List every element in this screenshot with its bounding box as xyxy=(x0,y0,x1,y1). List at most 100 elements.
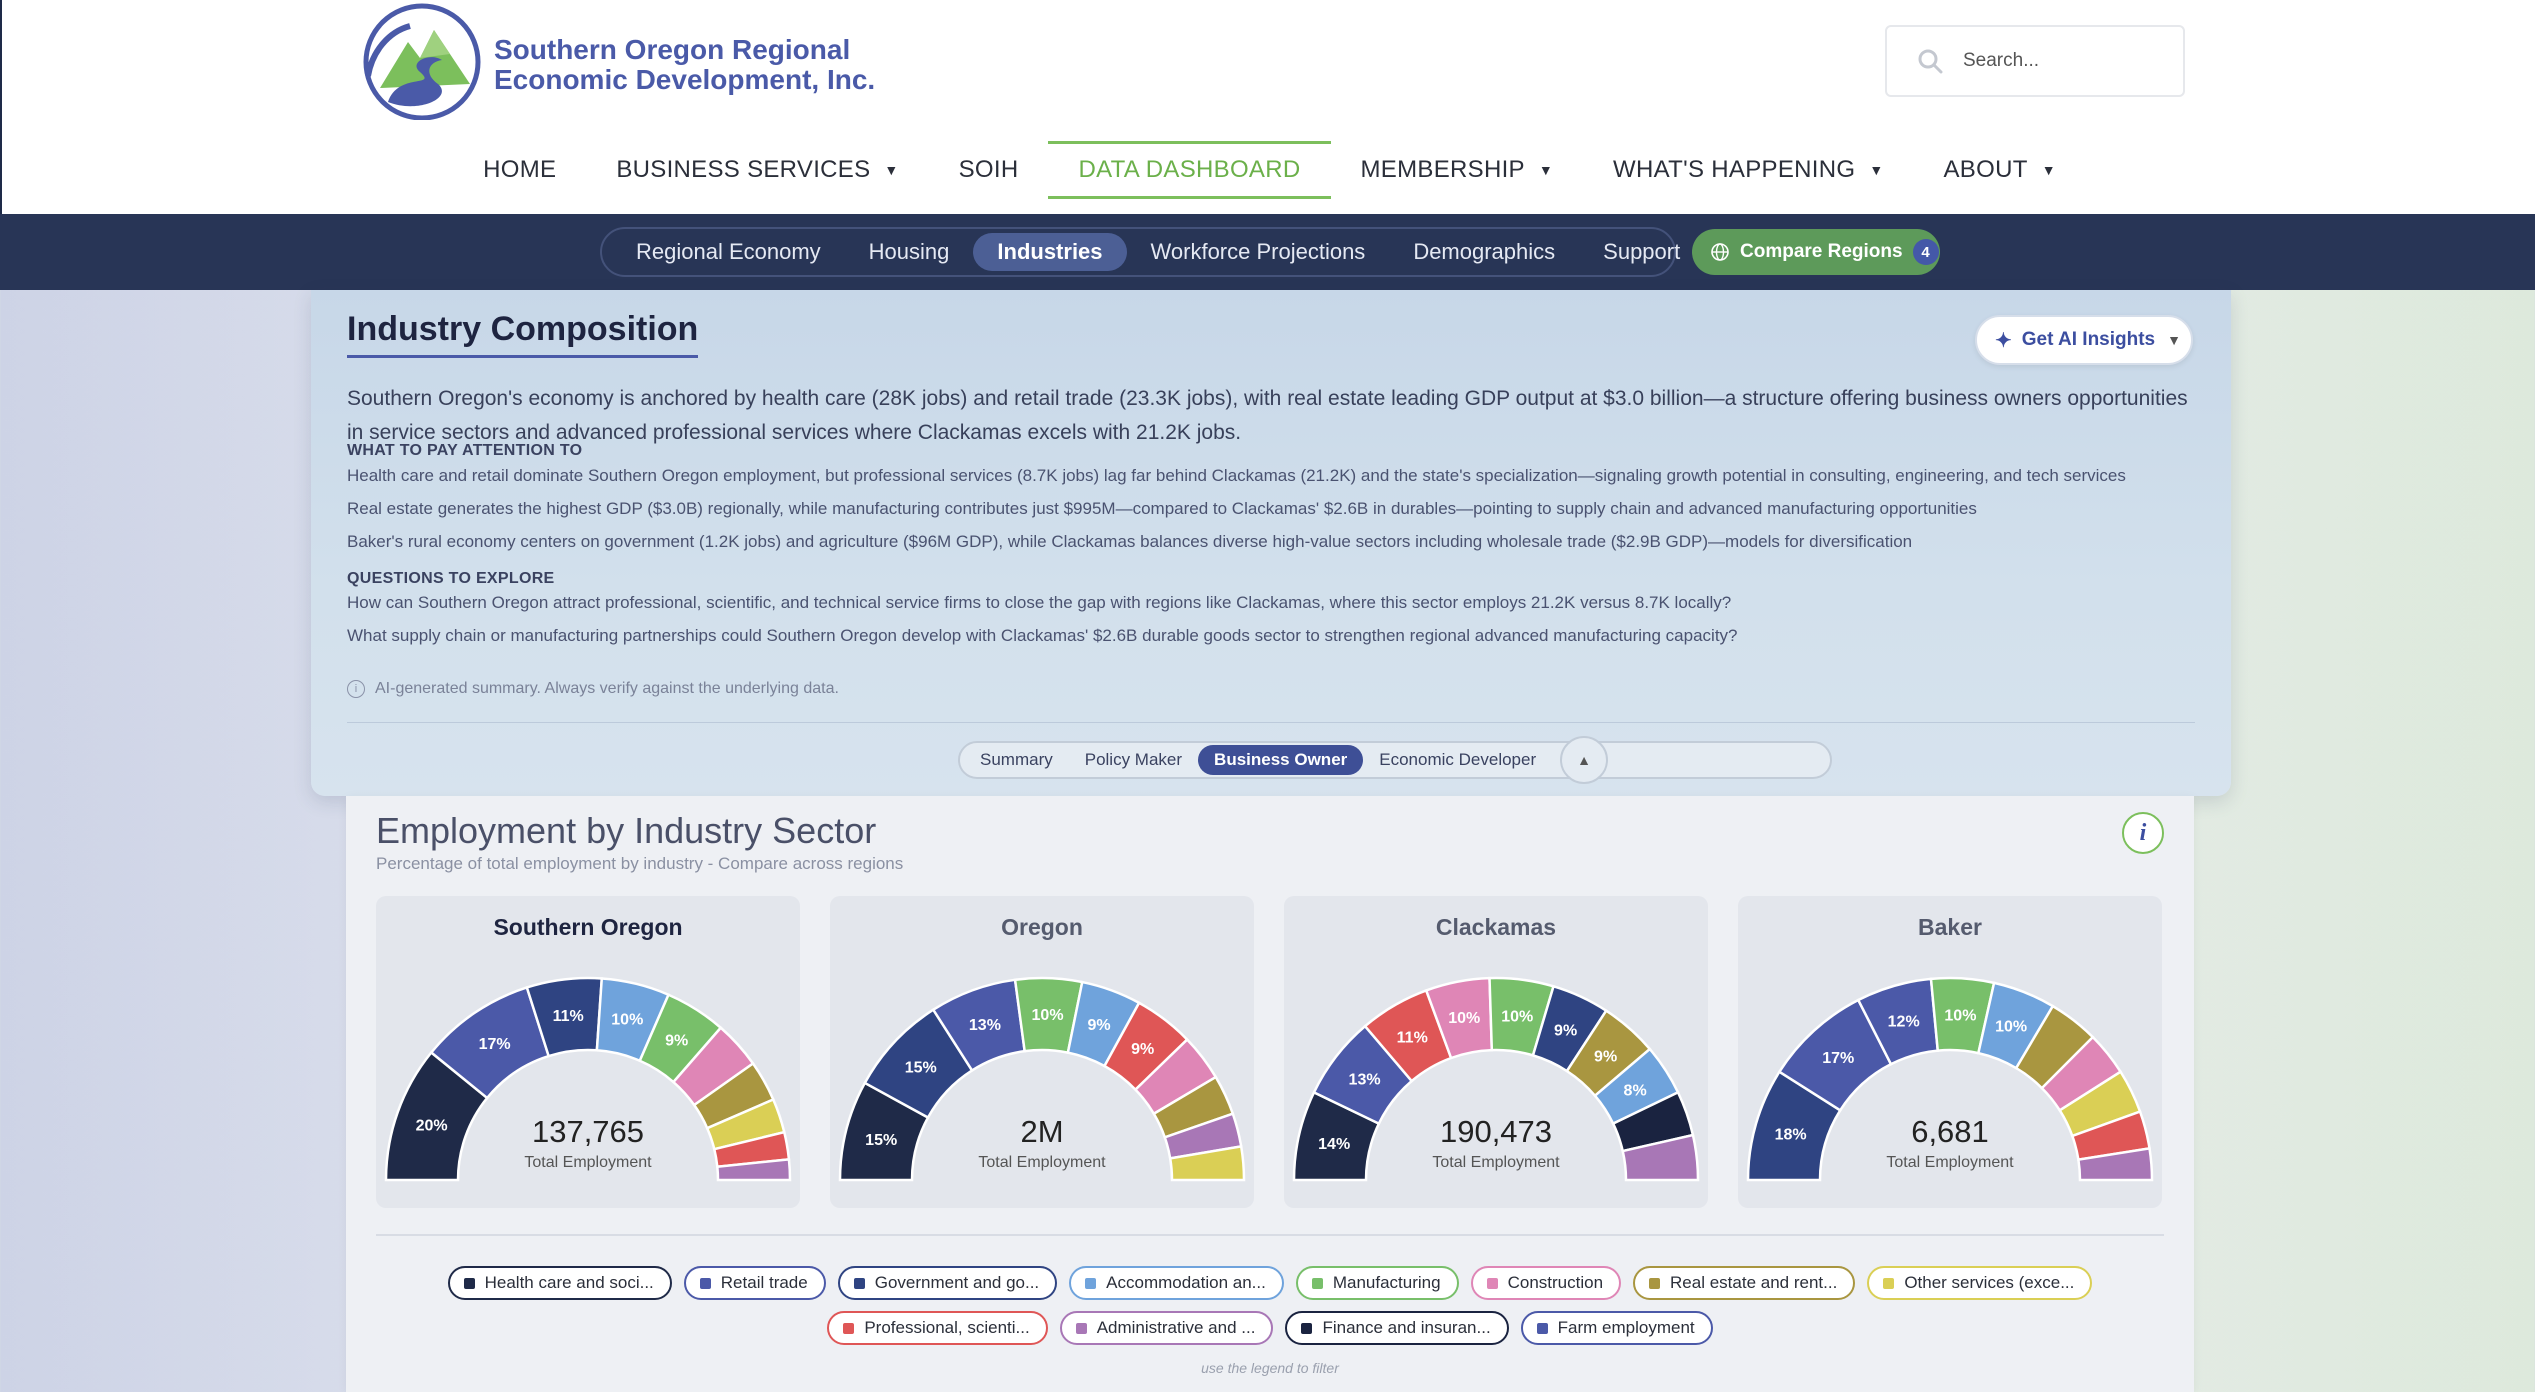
legend-swatch xyxy=(1883,1277,1895,1289)
legend-chip-manufacturing[interactable]: Manufacturing xyxy=(1295,1266,1459,1300)
attention-heading: WHAT TO PAY ATTENTION TO xyxy=(347,442,583,459)
tab-housing[interactable]: Housing xyxy=(845,233,974,271)
attention-item: Health care and retail dominate Southern… xyxy=(347,466,2126,485)
persona-tab-business-owner[interactable]: Business Owner xyxy=(1198,745,1364,775)
persona-tab-economic-developer[interactable]: Economic Developer xyxy=(1363,745,1552,775)
persona-tab-summary[interactable]: Summary xyxy=(964,745,1069,775)
gauge-total-value: 2M xyxy=(1020,1114,1064,1149)
gauge-slice-label: 10% xyxy=(1995,1019,2027,1036)
legend-swatch xyxy=(1486,1277,1498,1289)
globe-icon xyxy=(1711,243,1729,261)
nav-item-data-dashboard[interactable]: DATA DASHBOARD xyxy=(1048,141,1331,199)
question-item: How can Southern Oregon attract professi… xyxy=(347,593,1732,612)
insight-title: Industry Composition xyxy=(347,310,699,358)
site-header: Southern Oregon Regional Economic Develo… xyxy=(0,0,2535,214)
legend-chip-finance-and-insuran[interactable]: Finance and insuran... xyxy=(1285,1311,1509,1345)
nav-item-business-services[interactable]: BUSINESS SERVICES ▼ xyxy=(586,141,928,199)
chart-subtitle: Percentage of total employment by indust… xyxy=(376,854,904,873)
legend-chip-government-and-go[interactable]: Government and go... xyxy=(837,1266,1058,1300)
chevron-down-icon: ▼ xyxy=(2167,332,2181,348)
sparkle-icon: ✦ xyxy=(1995,329,2012,352)
gauge-total-value: 6,681 xyxy=(1911,1114,1989,1149)
nav-item-about[interactable]: ABOUT ▼ xyxy=(1914,141,2086,199)
gauge-total-label: Total Employment xyxy=(1432,1154,1560,1171)
legend-swatch xyxy=(1085,1277,1097,1289)
logo[interactable]: Southern Oregon Regional Economic Develo… xyxy=(358,2,875,120)
legend-swatch xyxy=(1649,1277,1661,1289)
get-ai-insights-button[interactable]: ✦ Get AI Insights ▼ xyxy=(1975,315,2193,365)
legend-swatch xyxy=(699,1277,711,1289)
logo-mountain-icon xyxy=(363,3,481,120)
nav-item-soih[interactable]: SOIH xyxy=(929,141,1049,199)
nav-item-label: SOIH xyxy=(958,156,1019,183)
collapse-button[interactable]: ▲ xyxy=(1560,736,1608,784)
legend-label: Administrative and ... xyxy=(1096,1318,1256,1337)
gauge-slice-label: 13% xyxy=(969,1017,1001,1034)
tab-demographics[interactable]: Demographics xyxy=(1389,233,1579,271)
gauge-card-southern-oregon: 20% 17% 11% 10% 9% Southern Oregon 137,765 Tota… xyxy=(376,896,800,1208)
gauge-region-name: Oregon xyxy=(1001,914,1083,940)
legend-chip-real-estate-and-rent[interactable]: Real estate and rent... xyxy=(1633,1266,1856,1300)
legend-label: Professional, scienti... xyxy=(864,1318,1030,1337)
gauge-slice-label: 17% xyxy=(479,1036,511,1053)
nav-item-label: ABOUT xyxy=(1943,156,2028,183)
logo-line2: Economic Development, Inc. xyxy=(494,64,876,95)
legend-label: Other services (exce... xyxy=(1904,1273,2075,1292)
gauge-total-label: Total Employment xyxy=(524,1154,652,1171)
attention-item: Real estate generates the highest GDP ($… xyxy=(347,499,1977,518)
tab-regional-economy[interactable]: Regional Economy xyxy=(612,233,845,271)
gauge-card-oregon: 15% 15% 13% 10% 9% 9% Oregon 2M Total Employment xyxy=(830,896,1254,1208)
tab-workforce-projections[interactable]: Workforce Projections xyxy=(1127,233,1390,271)
search-box[interactable] xyxy=(1885,25,2185,97)
tab-industries[interactable]: Industries xyxy=(973,233,1127,271)
legend-swatch xyxy=(853,1277,865,1289)
legend-chip-health-care-and-soci[interactable]: Health care and soci... xyxy=(447,1266,672,1300)
info-circle-icon: i xyxy=(347,680,365,698)
tab-support[interactable]: Support xyxy=(1579,233,1704,271)
gauge-total-label: Total Employment xyxy=(1886,1154,2014,1171)
nav-item-home[interactable]: HOME xyxy=(453,141,586,199)
legend-chip-retail-trade[interactable]: Retail trade xyxy=(683,1266,826,1300)
attention-item: Baker's rural economy centers on governm… xyxy=(347,532,1913,551)
legend-swatch xyxy=(1536,1322,1548,1334)
chart-title: Employment by Industry Sector xyxy=(376,810,877,851)
info-button[interactable]: i xyxy=(2122,812,2164,854)
legend-label: Accommodation an... xyxy=(1106,1273,1266,1292)
get-ai-insights-label: Get AI Insights xyxy=(2021,329,2156,350)
question-item: What supply chain or manufacturing partn… xyxy=(347,626,1738,645)
persona-tab-policy-maker[interactable]: Policy Maker xyxy=(1069,745,1198,775)
gauge-total-value: 137,765 xyxy=(531,1114,645,1149)
compare-regions-button[interactable]: Compare Regions 4 xyxy=(1692,229,1940,275)
legend-label: Construction xyxy=(1507,1273,1604,1292)
divider xyxy=(347,722,2195,723)
gauge-slice-label: 11% xyxy=(553,1008,584,1025)
legend-chip-administrative-and[interactable]: Administrative and ... xyxy=(1059,1311,1274,1345)
gauge-slice-label: 9% xyxy=(1131,1041,1154,1058)
nav-item-membership[interactable]: MEMBERSHIP ▼ xyxy=(1331,141,1584,199)
legend-swatch xyxy=(1311,1277,1323,1289)
legend-chip-construction[interactable]: Construction xyxy=(1470,1266,1622,1300)
legend-chip-accommodation-an[interactable]: Accommodation an... xyxy=(1069,1266,1284,1300)
nav-item-what-s-happening[interactable]: WHAT'S HAPPENING ▼ xyxy=(1583,141,1913,199)
logo-text: Southern Oregon Regional Economic Develo… xyxy=(494,35,875,95)
compare-regions-label: Compare Regions xyxy=(1740,241,1903,262)
legend-chip-professional-scienti[interactable]: Professional, scienti... xyxy=(827,1311,1048,1345)
gauge-slice-label: 10% xyxy=(611,1012,643,1029)
gauge-region-name: Baker xyxy=(1918,914,1982,940)
legend-label: Manufacturing xyxy=(1332,1273,1441,1292)
employment-chart-card: Employment by Industry Sector Percentage… xyxy=(346,796,2194,1392)
gauge-region-name: Clackamas xyxy=(1435,914,1557,940)
gauge-slice-label: 8% xyxy=(1624,1082,1647,1099)
chevron-up-icon: ▲ xyxy=(1577,752,1591,768)
gauge-card-clackamas: 14% 13% 11% 10% 10% 9% 9% 8% Clackamas 190,473 Tot… xyxy=(1284,896,1708,1208)
gauge-total-label: Total Employment xyxy=(978,1154,1106,1171)
nav-item-label: HOME xyxy=(483,156,557,183)
main-nav: HOME BUSINESS SERVICES ▼ SOIH DATA DASHBOARD… xyxy=(2,140,2535,200)
gauge-slice-label: 15% xyxy=(905,1060,937,1077)
legend-row: Health care and soci... Retail trade Gover… xyxy=(346,1266,2194,1300)
legend-swatch xyxy=(463,1277,475,1289)
legend-chip-other-services-exce[interactable]: Other services (exce... xyxy=(1867,1266,2093,1300)
disclaimer-text: AI-generated summary. Always verify agai… xyxy=(375,680,839,697)
search-input[interactable] xyxy=(1963,50,2163,72)
legend-chip-farm-employment[interactable]: Farm employment xyxy=(1520,1311,1713,1345)
